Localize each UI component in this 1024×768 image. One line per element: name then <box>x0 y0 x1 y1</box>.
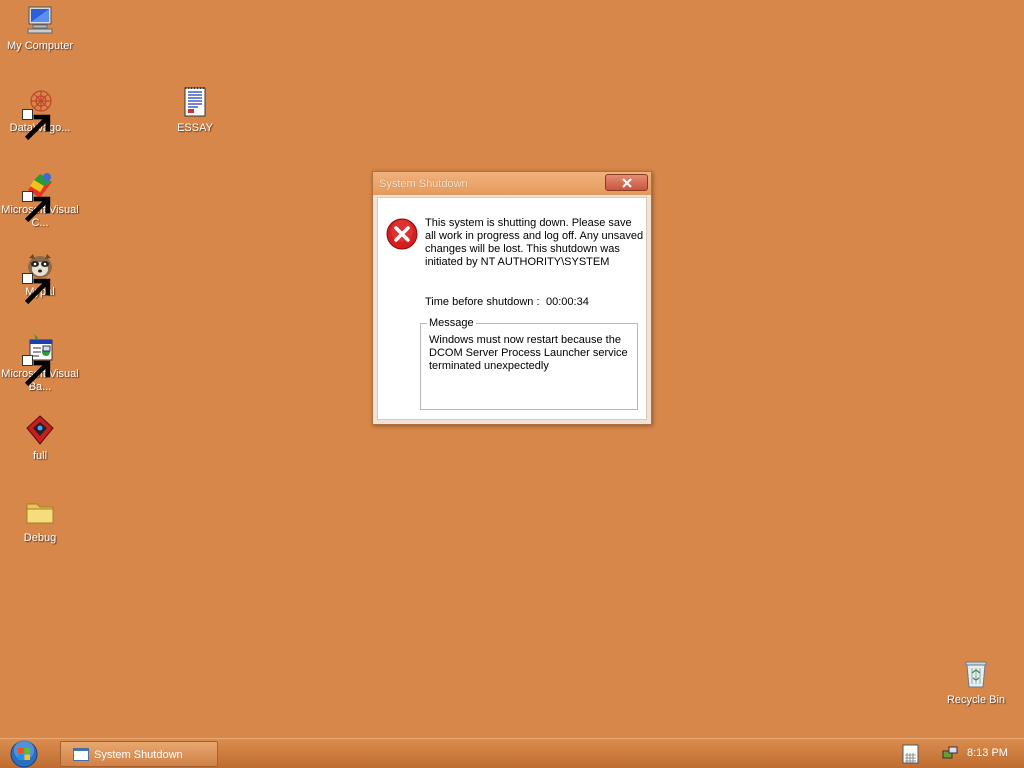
taskbar: System Shutdown 8:13 PM <box>0 738 1024 768</box>
timer-value: 00:00:34 <box>546 296 589 308</box>
start-button[interactable] <box>5 740 43 768</box>
close-icon <box>621 178 632 188</box>
windows-logo-icon <box>10 740 38 768</box>
desktop-icon-essay[interactable]: ESSAY <box>155 86 235 135</box>
desktop-icon-full[interactable]: full <box>0 414 80 463</box>
timer-label: Time before shutdown : <box>425 296 540 308</box>
message-group-label: Message <box>427 317 476 329</box>
datawagon-icon <box>22 86 56 141</box>
desktop-icon-visual-cpp[interactable]: Microsoft Visual C... <box>0 168 80 230</box>
mypal-icon <box>22 250 56 305</box>
red-cube-icon <box>24 414 56 446</box>
network-icon[interactable] <box>941 745 959 761</box>
message-groupbox: Message Windows must now restart because… <box>420 317 638 410</box>
shutdown-message: This system is shutting down. Please sav… <box>425 217 644 268</box>
desktop-icon-datawagon[interactable]: DataWago... <box>0 86 80 141</box>
my-computer-icon <box>24 4 56 36</box>
desktop-icon-recycle-bin[interactable]: Recycle Bin <box>936 658 1016 707</box>
desktop-icon-my-computer[interactable]: My Computer <box>0 4 80 53</box>
dialog-body: This system is shutting down. Please sav… <box>377 197 647 420</box>
desktop-icon-label: Recycle Bin <box>946 694 1006 706</box>
recycle-bin-icon <box>960 658 992 690</box>
system-shutdown-dialog: System Shutdown This system is shutting … <box>372 171 652 425</box>
keyboard-icon[interactable] <box>902 743 919 765</box>
desktop-icon-label: My Computer <box>6 40 74 52</box>
window-icon <box>73 748 89 761</box>
desktop-icon-mypal[interactable]: Mypal <box>0 250 80 305</box>
desktop-icon-label: Debug <box>23 532 57 544</box>
shortcut-arrow-icon <box>22 109 51 141</box>
message-group-text: Windows must now restart because the DCO… <box>429 334 628 372</box>
dialog-title: System Shutdown <box>379 178 468 190</box>
error-icon <box>386 218 418 250</box>
document-icon <box>179 86 211 118</box>
shortcut-arrow-icon <box>22 355 51 387</box>
dialog-titlebar[interactable]: System Shutdown <box>373 172 651 195</box>
desktop-icon-label: full <box>32 450 48 462</box>
visual-cpp-icon <box>22 168 56 223</box>
desktop-icon-debug[interactable]: Debug <box>0 496 80 545</box>
taskbar-button-system-shutdown[interactable]: System Shutdown <box>60 741 218 767</box>
close-button[interactable] <box>605 174 648 191</box>
shortcut-arrow-icon <box>22 191 51 223</box>
visual-basic-icon <box>22 332 56 387</box>
shortcut-arrow-icon <box>22 273 51 305</box>
clock[interactable]: 8:13 PM <box>967 747 1008 759</box>
folder-icon <box>24 496 56 528</box>
taskbar-button-label: System Shutdown <box>94 749 183 761</box>
desktop-icon-visual-basic[interactable]: Microsoft Visual Ba... <box>0 332 80 394</box>
desktop-icon-label: ESSAY <box>177 122 213 134</box>
